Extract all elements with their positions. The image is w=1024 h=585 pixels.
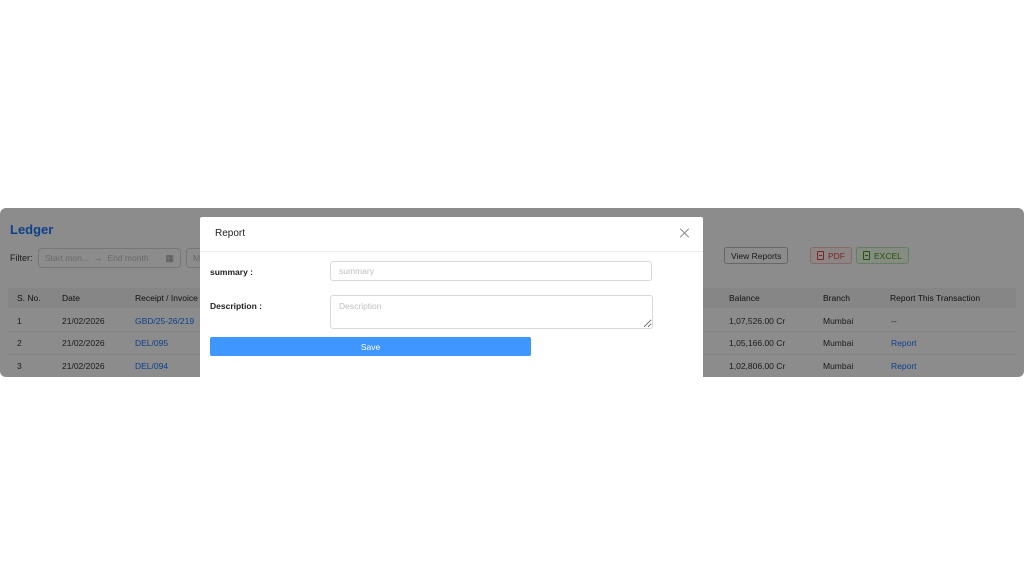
description-label: Description : — [210, 301, 262, 311]
page: Ledger Filter: Start mon... → End month … — [0, 0, 1024, 585]
report-modal: Report summary : Description : Save — [200, 217, 703, 377]
description-textarea[interactable] — [330, 295, 653, 329]
save-button[interactable]: Save — [210, 337, 531, 356]
summary-label: summary : — [210, 267, 253, 277]
modal-header: Report — [200, 217, 703, 252]
close-icon[interactable] — [678, 226, 692, 240]
summary-input[interactable] — [330, 261, 652, 281]
modal-title: Report — [215, 228, 246, 239]
